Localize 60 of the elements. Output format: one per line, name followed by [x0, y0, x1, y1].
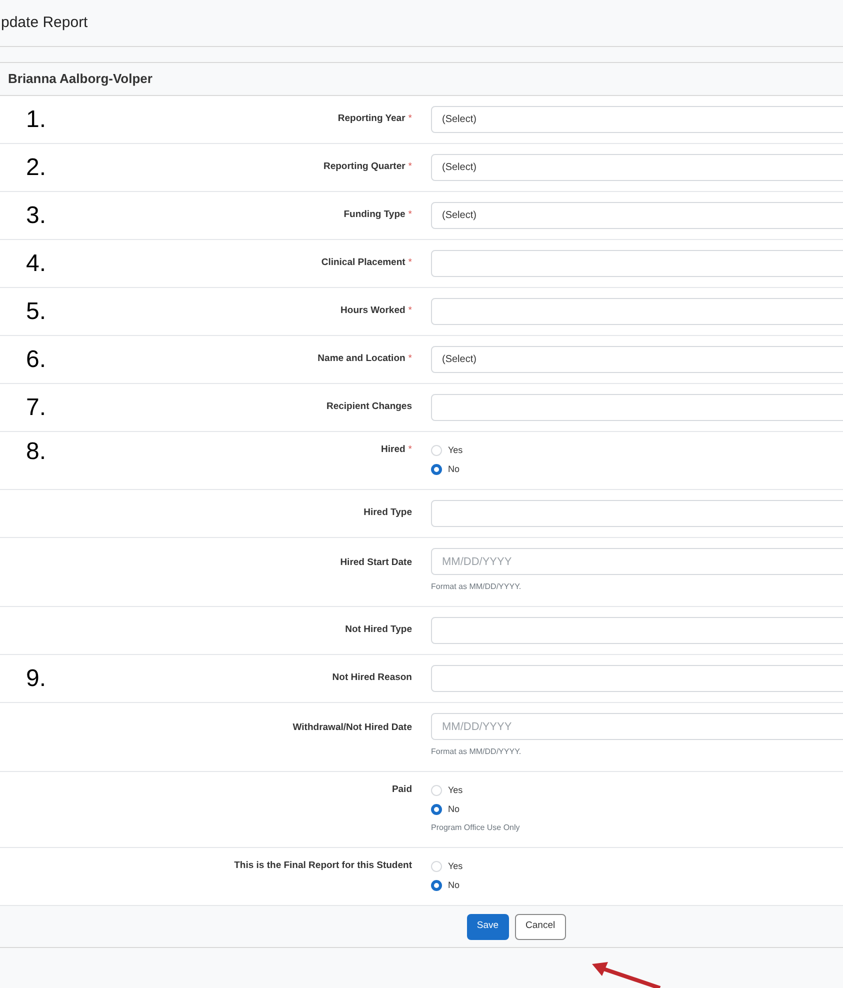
field-label: Not Hired Type — [345, 623, 412, 638]
date-field[interactable]: MM/DD/YYYY — [431, 713, 843, 740]
input-field[interactable] — [431, 500, 843, 527]
option-label: No — [448, 802, 460, 816]
field-label: Paid — [392, 783, 412, 797]
radio-button[interactable] — [431, 464, 442, 475]
field-label: Withdrawal/Not Hired Date — [292, 721, 412, 735]
field-label: This is the Final Report for this Student — [234, 859, 412, 873]
select-field[interactable]: (Select) — [431, 346, 843, 373]
required-mark: * — [408, 304, 412, 318]
input-field[interactable] — [431, 617, 843, 644]
radio-button[interactable] — [431, 880, 442, 891]
field-label: Name and Location — [318, 352, 406, 366]
field-label: Hired — [381, 443, 406, 457]
field-label: Reporting Year — [338, 112, 406, 126]
step-number: 2. — [26, 156, 48, 180]
field-label: Not Hired Reason — [332, 671, 412, 686]
step-number: 4. — [26, 252, 48, 276]
help-text: Program Office Use Only — [431, 822, 521, 834]
step-number: 3. — [26, 204, 48, 228]
help-text: Format as MM/DD/YYYY. — [431, 581, 522, 593]
input-field[interactable] — [431, 298, 843, 325]
arrow-icon — [590, 960, 662, 988]
required-mark: * — [408, 352, 412, 366]
required-mark: * — [408, 443, 412, 457]
save-button[interactable]: Save — [466, 914, 509, 940]
option-label: Yes — [448, 784, 463, 797]
option-label: Yes — [448, 444, 463, 457]
option-label: No — [448, 878, 460, 892]
field-label: Funding Type — [344, 208, 406, 222]
step-number: 5. — [26, 300, 48, 324]
field-label: Recipient Changes — [326, 400, 412, 414]
step-number: 9. — [26, 666, 48, 690]
step-number: 7. — [26, 396, 48, 420]
field-label: Hours Worked — [340, 304, 406, 318]
option-label: No — [448, 462, 460, 476]
required-mark: * — [408, 256, 412, 270]
input-field[interactable] — [431, 394, 843, 421]
select-field[interactable]: (Select) — [431, 154, 843, 181]
input-field[interactable] — [431, 665, 843, 692]
field-label: Hired Start Date — [340, 556, 412, 570]
option-label: Yes — [448, 860, 463, 873]
input-field[interactable] — [431, 250, 843, 277]
step-number: 8. — [26, 440, 48, 464]
field-label: Hired Type — [364, 506, 412, 520]
select-field[interactable]: (Select) — [431, 202, 843, 229]
select-field[interactable]: (Select) — [431, 106, 843, 133]
field-label: Reporting Quarter — [323, 160, 406, 174]
required-mark: * — [408, 208, 412, 222]
date-field[interactable]: MM/DD/YYYY — [431, 548, 843, 575]
step-number: 1. — [26, 108, 48, 132]
cancel-button[interactable]: Cancel — [514, 914, 566, 940]
step-number: 6. — [26, 348, 48, 372]
page-title: pdate Report — [0, 12, 88, 33]
help-text: Format as MM/DD/YYYY. — [431, 746, 522, 758]
field-label: Clinical Placement — [321, 256, 406, 270]
required-mark: * — [408, 112, 412, 126]
required-mark: * — [408, 160, 412, 174]
radio-button[interactable] — [431, 804, 442, 815]
student-name: Brianna Aalborg-Volper — [8, 70, 152, 88]
